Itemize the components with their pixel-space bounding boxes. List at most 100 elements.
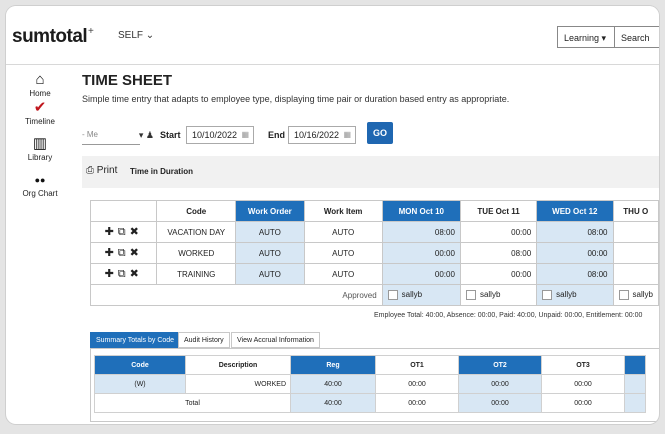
total-reg: 40:00 [290, 393, 376, 413]
employee-select[interactable]: - Me ▾ ♟ [82, 126, 154, 145]
work-order-cell[interactable]: AUTO [235, 263, 305, 285]
approve-checkbox[interactable] [618, 290, 629, 300]
copy-icon[interactable]: ⧉ [118, 268, 126, 280]
approver-name: sallyb [556, 290, 577, 300]
mon-hours-cell[interactable]: 08:00 [381, 221, 461, 243]
thu-hours-cell[interactable] [612, 263, 659, 285]
tue-hours-cell[interactable]: 00:00 [459, 221, 538, 243]
nav-library-label: Library [27, 153, 53, 162]
work-item-cell[interactable]: AUTO [303, 263, 383, 285]
reg-header: Reg [290, 355, 376, 375]
add-icon[interactable]: ✚ [105, 247, 114, 259]
work-item-cell[interactable]: AUTO [303, 221, 383, 243]
table-row: ✚ ⧉ ✖ WORKED AUTO AUTO 00:00 08:00 00:00 [89, 242, 659, 264]
self-dropdown[interactable]: SELF ⌄ [118, 30, 154, 41]
delete-icon[interactable]: ✖ [130, 268, 139, 280]
wed-hours-cell[interactable]: 00:00 [536, 242, 614, 264]
tue-approval[interactable]: sallyb [459, 284, 538, 306]
tab-summary-totals[interactable]: Summary Totals by Code [90, 332, 181, 348]
employee-select-value: - Me [82, 130, 98, 139]
total-ot2: 00:00 [458, 393, 542, 413]
approval-row: Approved sallyb sallyb sallyb sallyb [90, 284, 659, 306]
tab-view-accrual[interactable]: View Accrual Information [231, 332, 320, 348]
approve-checkbox[interactable] [387, 290, 398, 300]
table-row: (W) WORKED 40:00 00:00 00:00 00:00 [94, 374, 646, 394]
print-label: Print [96, 165, 118, 176]
code-cell: (W) [94, 374, 186, 394]
nav-library[interactable]: ▥ Library [6, 136, 74, 163]
nav-home[interactable]: ⌂ Home [6, 72, 74, 99]
wed-hours-cell[interactable]: 08:00 [536, 263, 614, 285]
employee-totals: Employee Total: 40:00, Absence: 00:00, P… [374, 312, 643, 319]
approve-checkbox[interactable] [542, 290, 553, 300]
code-cell: VACATION DAY [156, 221, 237, 243]
summary-total-row: Total 40:00 00:00 00:00 00:00 [94, 393, 646, 413]
code-cell: TRAINING [156, 263, 237, 285]
start-date-input[interactable]: 10/10/2022 ▦ [186, 126, 254, 144]
table-row: ✚ ⧉ ✖ VACATION DAY AUTO AUTO 08:00 00:00 0… [89, 221, 659, 243]
mon-approval[interactable]: sallyb [381, 284, 461, 306]
copy-icon[interactable]: ⧉ [118, 226, 126, 238]
nav-org-chart-label: Org Chart [22, 189, 58, 198]
wed-approval[interactable]: sallyb [536, 284, 614, 306]
wed-hours-cell[interactable]: 08:00 [536, 221, 614, 243]
add-icon[interactable]: ✚ [105, 226, 114, 238]
nav-timeline[interactable]: ✔ Timeline [6, 100, 74, 127]
summary-header-row: Code Description Reg OT1 OT2 OT3 [94, 355, 646, 375]
time-in-duration-label: Time in Duration [130, 167, 193, 176]
tab-audit-history[interactable]: Audit History [178, 332, 230, 348]
approver-name: sallyb [401, 290, 423, 300]
printer-icon: ⎙ [86, 165, 94, 176]
thu-hours-cell[interactable] [612, 221, 659, 243]
work-order-cell[interactable]: AUTO [235, 242, 305, 264]
table-row: ✚ ⧉ ✖ TRAINING AUTO AUTO 00:00 00:00 08:00 [89, 263, 659, 285]
total-ot3: 00:00 [541, 393, 625, 413]
row-actions: ✚ ⧉ ✖ [89, 263, 158, 285]
ot3-cell: 00:00 [541, 374, 625, 394]
row-actions: ✚ ⧉ ✖ [89, 221, 158, 243]
learning-dropdown[interactable]: Learning ▾ [557, 26, 615, 48]
go-button[interactable]: GO [367, 122, 393, 144]
row-actions: ✚ ⧉ ✖ [89, 242, 158, 264]
mon-hours-cell[interactable]: 00:00 [381, 263, 461, 285]
extra-cell [624, 393, 646, 413]
extra-header [624, 355, 646, 375]
end-date-input[interactable]: 10/16/2022 ▦ [288, 126, 356, 144]
approver-name: sallyb [479, 290, 501, 300]
thu-header: THU O [612, 200, 659, 222]
work-order-cell[interactable]: AUTO [235, 221, 305, 243]
delete-icon[interactable]: ✖ [130, 247, 139, 259]
org-chart-icon: ●● [34, 175, 46, 185]
total-label: Total [94, 393, 291, 413]
logo[interactable]: sumtotal [12, 26, 88, 48]
mon-hours-cell[interactable]: 00:00 [381, 242, 461, 264]
thu-hours-cell[interactable] [612, 242, 659, 264]
copy-icon[interactable]: ⧉ [118, 247, 126, 259]
approve-checkbox[interactable] [465, 290, 476, 300]
thu-approval[interactable]: sallyb [612, 284, 659, 306]
tue-hours-cell[interactable]: 08:00 [459, 242, 538, 264]
wed-header: WED Oct 12 [536, 200, 614, 222]
tue-hours-cell[interactable]: 00:00 [459, 263, 538, 285]
calendar-icon[interactable]: ▦ [241, 127, 249, 143]
nav-home-label: Home [29, 89, 51, 98]
add-icon[interactable]: ✚ [105, 268, 114, 280]
code-header: Code [94, 355, 186, 375]
work-order-header: Work Order [235, 200, 305, 222]
work-item-cell[interactable]: AUTO [303, 242, 383, 264]
ot1-header: OT1 [375, 355, 459, 375]
work-item-header: Work Item [303, 200, 383, 222]
app-window: sumtotal + SELF ⌄ Learning ▾ Search ⌂ Ho… [6, 6, 659, 424]
calendar-icon[interactable]: ▦ [343, 127, 351, 143]
total-ot1: 00:00 [375, 393, 459, 413]
timesheet-header-row: Code Work Order Work Item MON Oct 10 TUE… [89, 200, 659, 222]
delete-icon[interactable]: ✖ [130, 226, 139, 238]
search-input[interactable]: Search [615, 26, 659, 48]
extra-cell [624, 374, 646, 394]
nav-org-chart[interactable]: ●● Org Chart [6, 172, 74, 198]
print-button[interactable]: ⎙ Print [86, 165, 117, 176]
tue-header: TUE Oct 11 [459, 200, 538, 222]
logo-mark-icon: + [88, 26, 94, 37]
timesheet-table: Code Work Order Work Item MON Oct 10 TUE… [89, 200, 659, 306]
start-label: Start [160, 130, 181, 140]
